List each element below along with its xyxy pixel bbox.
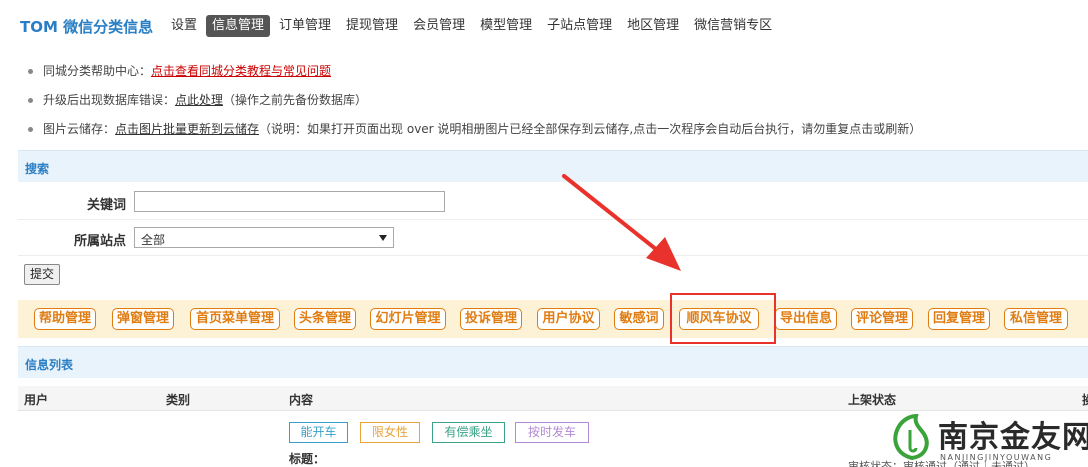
tag-paid-ride: 有偿乘坐: [432, 422, 505, 443]
watermark-name: 南京金友网: [938, 420, 1088, 455]
leaf-logo-icon: [893, 413, 929, 461]
row-title-label: 标题：: [289, 452, 326, 466]
column-user: 用户: [24, 393, 49, 407]
column-listing-status: 上架状态: [848, 393, 897, 407]
column-actions: 操: [1082, 391, 1088, 408]
list-section-header: 信息列表: [18, 346, 1088, 378]
column-category: 类别: [166, 393, 191, 407]
tag-female-only: 限女性: [360, 422, 420, 443]
tag-on-time-departure: 按时发车: [515, 422, 589, 443]
list-section-title: 信息列表: [25, 358, 74, 372]
watermark: 南京金友网 NANJINGJINYOUWANG: [890, 408, 1088, 467]
tag-can-drive: 能开车: [289, 422, 348, 443]
watermark-pinyin: NANJINGJINYOUWANG: [940, 453, 1053, 462]
column-content: 内容: [289, 393, 314, 407]
